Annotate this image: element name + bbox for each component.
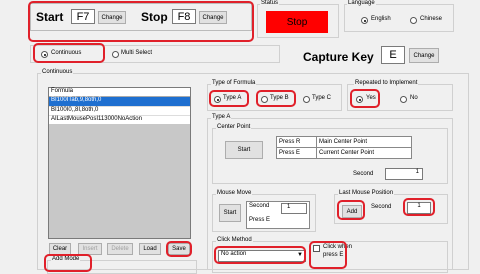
- radio-type-c[interactable]: [303, 96, 310, 103]
- click-method-title: Click Method: [216, 237, 253, 243]
- center-start-button[interactable]: Start: [225, 141, 263, 159]
- mode-group: Continuous Multi Select: [30, 45, 280, 63]
- mouse-move-start-button[interactable]: Start: [219, 204, 241, 222]
- last-position-second-field[interactable]: 1: [407, 202, 431, 214]
- radio-english[interactable]: [361, 17, 368, 24]
- mouse-move-press-label: Press E: [249, 217, 271, 223]
- hotkey-panel: Start F7 Change Stop F8 Change: [30, 3, 252, 31]
- radio-continuous[interactable]: [41, 51, 48, 58]
- table-row: Press E Current Center Point: [276, 147, 412, 159]
- click-method-value: No action: [221, 251, 247, 257]
- stop-key-field[interactable]: F8: [172, 9, 196, 24]
- add-position-button[interactable]: Add: [342, 205, 362, 218]
- add-mode-title: Add Mode: [51, 256, 81, 262]
- last-position-second-label: Second: [371, 204, 392, 210]
- center-second-field[interactable]: 1: [385, 168, 423, 180]
- click-when-checkbox[interactable]: [313, 245, 320, 252]
- start-key-field[interactable]: F7: [71, 9, 95, 24]
- center-cell: Press R: [276, 136, 317, 148]
- type-a-label: Type A: [223, 95, 242, 101]
- stop-change-button[interactable]: Change: [199, 11, 227, 24]
- formula-list-item[interactable]: BI100I0,,8I,8oth,0: [49, 106, 190, 115]
- press-e-label: press E: [323, 252, 344, 258]
- center-cell: Press E: [276, 147, 317, 159]
- status-title: Status: [260, 0, 280, 6]
- start-label: Start: [36, 10, 64, 24]
- click-method-select[interactable]: No action ▼: [218, 250, 306, 262]
- type-c-label: Type C: [312, 95, 332, 101]
- chevron-down-icon: ▼: [297, 252, 303, 258]
- delete-button[interactable]: Delete: [107, 243, 133, 255]
- center-second-label: Second: [353, 171, 374, 177]
- formula-list-header: Formula: [49, 88, 190, 97]
- save-button[interactable]: Save: [168, 243, 190, 255]
- last-position-group: Last Mouse Position Add Second 1: [334, 190, 448, 224]
- radio-multi-select[interactable]: [112, 51, 119, 58]
- radio-type-b[interactable]: [261, 96, 268, 103]
- mouse-move-second-label: Second: [249, 203, 270, 209]
- table-row: Press R Main Center Point: [276, 136, 412, 148]
- formula-type-group: Type of Formula Type A Type B Type C: [207, 80, 342, 111]
- radio-yes[interactable]: [356, 96, 363, 103]
- capture-key-field[interactable]: E: [381, 46, 405, 64]
- repeated-group: Repeated to Implement Yes No: [347, 80, 453, 111]
- radio-no[interactable]: [400, 96, 407, 103]
- mouse-move-second-field[interactable]: 1: [281, 203, 307, 214]
- multi-select-label: Multi Select: [121, 50, 153, 56]
- center-cell: Current Center Point: [316, 147, 412, 159]
- click-method-group: Click Method No action ▼ Click when pres…: [212, 237, 448, 273]
- capture-key-label: Capture Key: [303, 50, 374, 64]
- yes-label: Yes: [366, 95, 376, 101]
- language-title: Language: [347, 0, 376, 6]
- radio-chinese[interactable]: [410, 17, 417, 24]
- status-indicator: Stop: [266, 11, 328, 33]
- formula-type-title: Type of Formula: [211, 80, 257, 86]
- mouse-move-panel: Second 1 Press E: [246, 201, 310, 229]
- no-label: No: [410, 95, 418, 101]
- language-group: Language English Chinese: [344, 0, 454, 32]
- start-change-button[interactable]: Change: [98, 11, 126, 24]
- center-point-table: Press R Main Center Point Press E Curren…: [276, 136, 412, 159]
- click-when-label: Click when: [323, 244, 353, 250]
- insert-button[interactable]: Insert: [78, 243, 102, 255]
- stop-label: Stop: [141, 10, 168, 24]
- radio-type-a[interactable]: [214, 96, 221, 103]
- formula-list-item[interactable]: AILastMousePosI113000NoAction: [49, 115, 190, 124]
- chinese-label: Chinese: [420, 16, 443, 22]
- center-cell: Main Center Point: [316, 136, 412, 148]
- continuous-title: Continuous: [41, 69, 74, 75]
- capture-change-button[interactable]: Change: [409, 48, 439, 63]
- type-b-label: Type B: [270, 95, 289, 101]
- load-button[interactable]: Load: [139, 243, 161, 255]
- center-point-title: Center Point: [216, 124, 252, 130]
- continuous-label: Continuous: [51, 50, 82, 56]
- type-a-title: Type A: [211, 114, 232, 120]
- mouse-move-group: Mouse Move Start Second 1 Press E: [212, 190, 316, 232]
- formula-list[interactable]: Formula BI100ITab,9,8oth,0 BI100I0,,8I,8…: [48, 87, 191, 239]
- last-position-title: Last Mouse Position: [338, 190, 395, 196]
- repeated-title: Repeated to Implement: [354, 80, 419, 86]
- mouse-move-title: Mouse Move: [216, 190, 253, 196]
- add-mode-group: Add Mode: [47, 256, 197, 274]
- clear-button[interactable]: Clear: [49, 243, 71, 255]
- status-group: Status Stop: [257, 0, 339, 38]
- center-point-group: Center Point Start Press R Main Center P…: [212, 124, 448, 184]
- formula-list-item[interactable]: BI100ITab,9,8oth,0: [49, 97, 190, 106]
- english-label: English: [371, 16, 391, 22]
